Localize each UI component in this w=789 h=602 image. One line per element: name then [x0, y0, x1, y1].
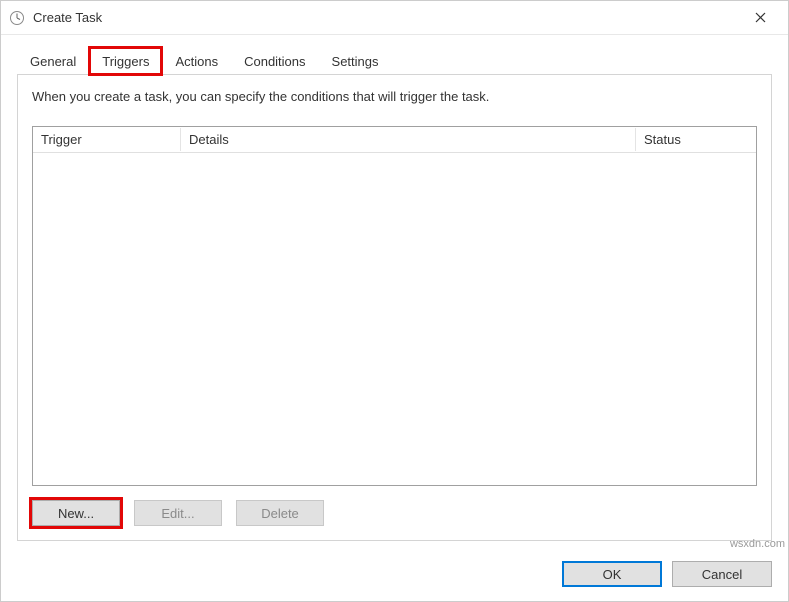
new-button[interactable]: New... — [32, 500, 120, 526]
trigger-button-row: New... Edit... Delete — [32, 500, 757, 526]
titlebar: Create Task — [1, 1, 788, 35]
tab-bar: General Triggers Actions Conditions Sett… — [17, 47, 772, 75]
tab-settings[interactable]: Settings — [319, 47, 392, 75]
triggers-table[interactable]: Trigger Details Status — [32, 126, 757, 486]
ok-button[interactable]: OK — [562, 561, 662, 587]
close-icon — [755, 12, 766, 23]
col-status[interactable]: Status — [636, 128, 756, 151]
dialog-content: General Triggers Actions Conditions Sett… — [1, 35, 788, 551]
table-header: Trigger Details Status — [33, 127, 756, 153]
tab-actions[interactable]: Actions — [162, 47, 231, 75]
close-button[interactable] — [740, 4, 780, 32]
panel-description: When you create a task, you can specify … — [32, 89, 757, 104]
cancel-button[interactable]: Cancel — [672, 561, 772, 587]
triggers-panel: When you create a task, you can specify … — [17, 74, 772, 541]
tab-triggers[interactable]: Triggers — [89, 47, 162, 75]
create-task-dialog: Create Task General Triggers Actions Con… — [0, 0, 789, 602]
tab-conditions[interactable]: Conditions — [231, 47, 318, 75]
scheduler-icon — [9, 10, 25, 26]
tab-general[interactable]: General — [17, 47, 89, 75]
window-title: Create Task — [33, 10, 740, 25]
delete-button: Delete — [236, 500, 324, 526]
dialog-footer: OK Cancel — [1, 551, 788, 601]
col-details[interactable]: Details — [181, 128, 636, 151]
col-trigger[interactable]: Trigger — [33, 128, 181, 151]
edit-button: Edit... — [134, 500, 222, 526]
table-body — [33, 153, 756, 485]
